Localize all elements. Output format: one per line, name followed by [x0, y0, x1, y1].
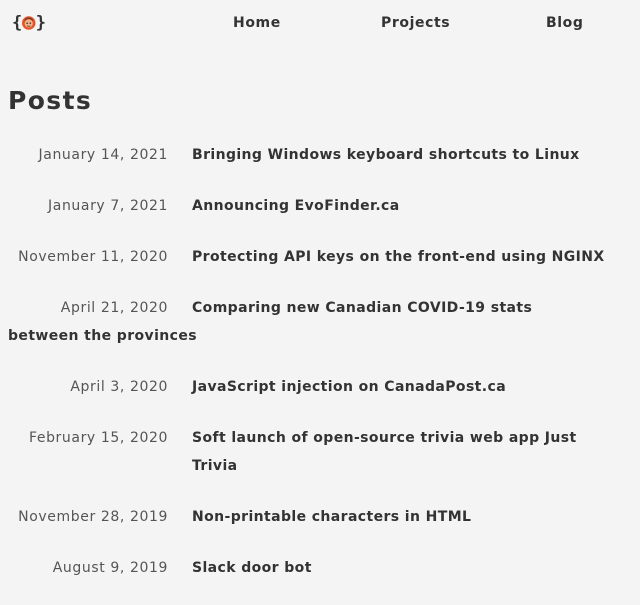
avatar-icon: [22, 16, 36, 30]
post-list-item: April 3, 2020 JavaScript injection on Ca…: [0, 373, 612, 401]
post-title-link[interactable]: Protecting API keys on the front-end usi…: [192, 249, 605, 265]
post-title-link[interactable]: Slack door bot: [192, 560, 312, 576]
post-date: January 7, 2021: [48, 198, 168, 214]
post-list-item: January 14, 2021 Bringing Windows keyboa…: [0, 141, 612, 169]
post-list-item: November 28, 2019 Non-printable characte…: [0, 503, 612, 531]
post-date: August 9, 2019: [52, 560, 168, 576]
post-list-item: April 21, 2020 Comparing new Canadian CO…: [0, 294, 612, 350]
nav-projects-link[interactable]: Projects: [381, 15, 450, 31]
right-brace-glyph: }: [35, 13, 46, 33]
post-title-link[interactable]: Announcing EvoFinder.ca: [192, 198, 400, 214]
page-title: Posts: [8, 86, 93, 115]
post-date: November 11, 2020: [18, 249, 168, 265]
post-date: February 15, 2020: [28, 430, 168, 446]
post-title-link[interactable]: JavaScript injection on CanadaPost.ca: [192, 379, 506, 395]
post-list-item: February 15, 2020 Soft launch of open-so…: [0, 424, 612, 480]
post-list-item: January 7, 2021 Announcing EvoFinder.ca: [0, 192, 612, 220]
nav-home-link[interactable]: Home: [233, 15, 281, 31]
post-date: January 14, 2021: [38, 147, 168, 163]
post-date: November 28, 2019: [18, 509, 168, 525]
post-list: January 14, 2021 Bringing Windows keyboa…: [0, 141, 640, 605]
post-title-link[interactable]: Bringing Windows keyboard shortcuts to L…: [192, 147, 580, 163]
post-title-link[interactable]: Non-printable characters in HTML: [192, 509, 471, 525]
home-logo-link[interactable]: { }: [12, 11, 46, 35]
post-list-item: November 11, 2020 Protecting API keys on…: [0, 243, 612, 271]
nav-blog-link[interactable]: Blog: [546, 15, 584, 31]
site-header: { } Home Projects Blog: [0, 0, 640, 48]
left-brace-glyph: {: [12, 13, 23, 33]
post-title-link[interactable]: Soft launch of open-source trivia web ap…: [192, 430, 577, 474]
post-date: April 3, 2020: [70, 379, 168, 395]
post-date: April 21, 2020: [60, 300, 168, 316]
post-list-item: August 9, 2019 Slack door bot: [0, 554, 612, 582]
